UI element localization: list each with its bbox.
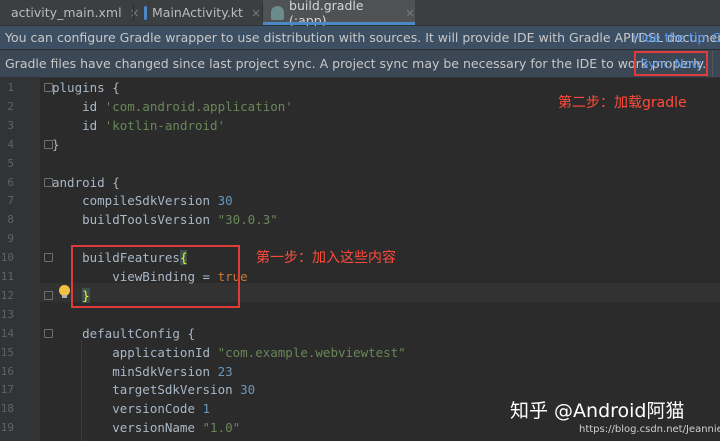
line-number: 10	[0, 251, 14, 265]
csdn-watermark: https://blog.csdn.net/Jeannie2	[579, 424, 720, 435]
code-token: versionName	[52, 420, 203, 436]
line-number: 16	[0, 364, 14, 378]
code-line[interactable]: compileSdkVersion 30	[52, 191, 233, 210]
fold-icon[interactable]	[44, 83, 53, 92]
close-icon[interactable]: ×	[251, 6, 261, 20]
code-token: 'com.android.application'	[104, 98, 293, 114]
line-number: 6	[7, 175, 14, 189]
lightbulb-icon[interactable]	[59, 285, 70, 298]
banner-more-link[interactable]: G	[712, 26, 720, 49]
code-token: versionCode	[52, 401, 203, 417]
code-token: applicationId	[52, 344, 218, 360]
line-number: 15	[0, 345, 14, 359]
tab-label: build.gradle (:app)	[289, 0, 364, 28]
gradle-sync-banner: Gradle files have changed since last pro…	[0, 50, 720, 78]
tab-build-gradle-app[interactable]: build.gradle (:app) ×	[263, 0, 415, 28]
line-number: 14	[0, 326, 14, 340]
kotlin-file-icon	[144, 5, 148, 20]
step1-highlight-box	[71, 245, 240, 308]
code-token: "com.example.webviewtest"	[217, 344, 406, 360]
line-number: 9	[7, 232, 14, 246]
tab-activity-main-xml[interactable]: activity_main.xml ×	[0, 0, 140, 25]
code-token: id	[52, 98, 105, 114]
code-line[interactable]: }	[52, 135, 60, 154]
code-token: android {	[52, 174, 120, 190]
line-number: 18	[0, 402, 14, 416]
code-line[interactable]: targetSdkVersion 30	[52, 380, 255, 399]
code-token: compileSdkVersion	[52, 193, 218, 209]
gradle-file-icon	[271, 5, 285, 20]
code-token: minSdkVersion	[52, 363, 218, 379]
gradle-wrapper-tip-banner: You can configure Gradle wrapper to use …	[0, 26, 720, 49]
code-token: "30.0.3"	[217, 212, 278, 228]
code-token: 30	[240, 382, 256, 398]
fold-icon[interactable]	[44, 178, 53, 187]
code-token: 1	[202, 401, 211, 417]
banner-message: You can configure Gradle wrapper to use …	[5, 30, 720, 45]
zhihu-watermark: 知乎 @Android阿猫	[510, 400, 685, 422]
step1-annotation: 第一步：加入这些内容	[256, 250, 396, 266]
close-icon[interactable]: ×	[405, 6, 415, 20]
code-line[interactable]: id 'com.android.application'	[52, 97, 293, 116]
code-token: 'kotlin-android'	[104, 117, 226, 133]
code-line[interactable]: plugins {	[52, 78, 120, 97]
line-number: 1	[7, 81, 14, 94]
code-line[interactable]: id 'kotlin-android'	[52, 116, 225, 135]
banner-message: Gradle files have changed since last pro…	[5, 56, 707, 71]
indent-guide	[81, 340, 82, 441]
code-line[interactable]: android {	[52, 173, 120, 192]
line-number: 11	[0, 270, 14, 283]
code-token: plugins {	[52, 80, 120, 95]
line-number: 12	[0, 288, 14, 302]
line-number: 17	[0, 383, 14, 397]
banner-divider	[712, 50, 720, 77]
code-token: defaultConfig {	[52, 325, 195, 341]
line-number: 3	[7, 118, 14, 132]
hide-tip-link[interactable]: Hide the tip	[632, 26, 705, 49]
code-line[interactable]: buildToolsVersion "30.0.3"	[52, 210, 278, 229]
code-token: "1.0"	[202, 420, 241, 436]
line-number: 13	[0, 307, 14, 321]
code-line[interactable]: versionCode 1	[52, 399, 210, 418]
line-number: 19	[0, 421, 14, 435]
step2-annotation: 第二步：加载gradle	[558, 95, 687, 111]
tab-label: activity_main.xml	[11, 5, 122, 20]
code-line[interactable]: defaultConfig {	[52, 324, 195, 343]
code-token: buildToolsVersion	[52, 212, 218, 228]
tab-label: MainActivity.kt	[152, 5, 243, 20]
code-token: id	[52, 117, 105, 133]
code-token: 30	[217, 193, 233, 209]
fold-icon[interactable]	[44, 329, 53, 338]
editor-tab-bar: activity_main.xml × MainActivity.kt × bu…	[0, 0, 720, 28]
code-token: }	[52, 136, 60, 152]
fold-icon[interactable]	[44, 140, 53, 149]
tab-mainactivity-kt[interactable]: MainActivity.kt ×	[134, 0, 261, 25]
fold-icon[interactable]	[44, 253, 53, 262]
line-number: 8	[7, 213, 14, 227]
line-number: 4	[7, 137, 14, 151]
line-number: 7	[7, 194, 14, 208]
fold-icon[interactable]	[44, 291, 53, 300]
line-number: 5	[7, 156, 14, 170]
code-token: 23	[217, 363, 233, 379]
sync-now-button[interactable]: Sync Now	[634, 51, 708, 76]
code-line[interactable]: applicationId "com.example.webviewtest"	[52, 343, 406, 362]
code-line[interactable]: minSdkVersion 23	[52, 362, 233, 381]
line-number: 2	[7, 99, 14, 113]
